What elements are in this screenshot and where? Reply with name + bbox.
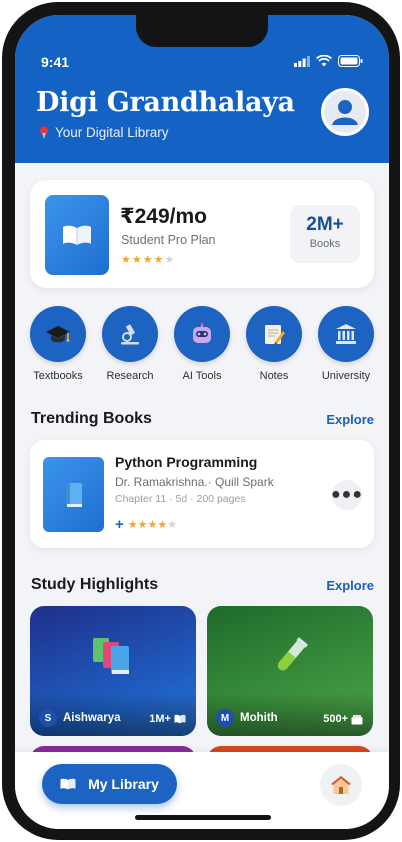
app-subtitle: Your Digital Library — [39, 125, 169, 140]
battery-icon — [338, 55, 363, 67]
pin-icon — [40, 126, 48, 139]
university-icon — [336, 324, 356, 344]
subtitle-text: Your Digital Library — [55, 125, 169, 140]
status-time: 9:41 — [41, 54, 70, 70]
more-icon: ●●● — [331, 486, 363, 503]
notch — [136, 15, 268, 47]
star-filled-icon: ★ — [137, 519, 148, 531]
star-empty-icon: ★ — [167, 519, 178, 531]
test-tube-icon — [277, 637, 308, 671]
highlight-user: S Aishwarya — [39, 709, 121, 727]
home-button[interactable] — [320, 764, 362, 806]
count-value: 500+ — [323, 713, 348, 725]
my-library-button[interactable]: My Library — [42, 764, 177, 804]
plan-rating: ★★★★★ — [121, 253, 175, 266]
book-title: Python Programming — [115, 454, 258, 470]
books-label: Books — [309, 238, 341, 250]
star-filled-icon: ★ — [142, 254, 154, 266]
documents-icon — [351, 714, 363, 724]
app-title: Digi Grandhalaya — [36, 87, 295, 118]
signal-icon — [294, 55, 310, 67]
category-textbooks[interactable]: Textbooks — [22, 306, 94, 382]
blue-book-icon — [65, 482, 82, 507]
user-icon — [332, 100, 358, 125]
graduation-cap-icon — [46, 326, 70, 343]
count-value: 1M+ — [149, 713, 171, 725]
more-options-button[interactable]: ●●● — [331, 480, 363, 510]
book-authors: Dr. Ramakrishna.· Quill Spark — [115, 475, 274, 489]
books-count-chip: 2M+ Books — [290, 205, 360, 263]
app-screen: 9:41 Digi Grandhalaya Your Digital Libra… — [15, 15, 389, 829]
user-initial-badge: S — [39, 709, 57, 727]
book-stars: ★★★★★ — [128, 518, 177, 531]
user-name: Mohith — [240, 712, 278, 724]
star-filled-icon: ★ — [127, 519, 138, 531]
category-label: Textbooks — [33, 370, 83, 382]
profile-avatar[interactable] — [321, 88, 369, 136]
plan-name: Student Pro Plan — [121, 233, 216, 247]
highlights-title: Study Highlights — [31, 576, 159, 593]
plan-price: ₹249/mo — [120, 205, 207, 228]
book-thumb — [43, 457, 104, 532]
category-notes[interactable]: Notes — [238, 306, 310, 382]
star-filled-icon: ★ — [121, 254, 132, 266]
books-icon — [93, 638, 129, 674]
add-icon[interactable]: + — [115, 516, 124, 533]
phone-frame: 9:41 Digi Grandhalaya Your Digital Libra… — [2, 2, 400, 840]
star-filled-icon: ★ — [147, 519, 158, 531]
open-book-icon — [60, 778, 76, 790]
category-label: AI Tools — [182, 370, 222, 382]
home-icon — [331, 776, 351, 794]
user-name: Aishwarya — [63, 712, 121, 724]
status-icons — [294, 55, 363, 67]
robot-icon — [193, 322, 211, 343]
highlight-count: 500+ — [323, 713, 363, 725]
book-icon — [174, 714, 186, 724]
category-university[interactable]: University — [310, 306, 382, 382]
star-filled-icon: ★ — [153, 254, 165, 266]
books-count: 2M+ — [306, 214, 344, 235]
category-research[interactable]: Research — [94, 306, 166, 382]
trending-book-card[interactable]: Python Programming Dr. Ramakrishna.· Qui… — [30, 440, 374, 548]
star-filled-icon: ★ — [131, 254, 143, 266]
category-label: University — [321, 370, 371, 382]
wifi-icon — [316, 55, 332, 67]
my-library-label: My Library — [88, 776, 159, 792]
user-initial-badge: M — [216, 709, 234, 727]
book-meta: Chapter 11 · 5d · 200 pages — [115, 493, 246, 505]
category-ai-tools[interactable]: AI Tools — [166, 306, 238, 382]
star-filled-icon: ★ — [157, 519, 168, 531]
category-label: Notes — [259, 370, 289, 382]
book-rating: + ★★★★★ — [115, 516, 177, 533]
plan-card[interactable]: ₹249/mo Student Pro Plan ★★★★★ 2M+ Books — [30, 180, 374, 288]
highlights-explore-link[interactable]: Explore — [326, 578, 374, 593]
plan-book-thumb — [45, 195, 109, 275]
trending-title: Trending Books — [31, 410, 152, 427]
notepad-icon — [265, 325, 285, 345]
highlight-card[interactable]: S Aishwarya 1M+ — [30, 606, 196, 736]
home-indicator — [135, 815, 271, 820]
open-book-icon — [63, 225, 91, 245]
category-label: Research — [106, 370, 154, 382]
highlight-user: M Mohith — [216, 709, 278, 727]
trending-explore-link[interactable]: Explore — [326, 412, 374, 427]
highlight-card[interactable]: M Mohith 500+ — [207, 606, 373, 736]
highlight-count: 1M+ — [149, 713, 186, 725]
microscope-icon — [121, 324, 139, 345]
star-empty-icon: ★ — [164, 254, 176, 266]
